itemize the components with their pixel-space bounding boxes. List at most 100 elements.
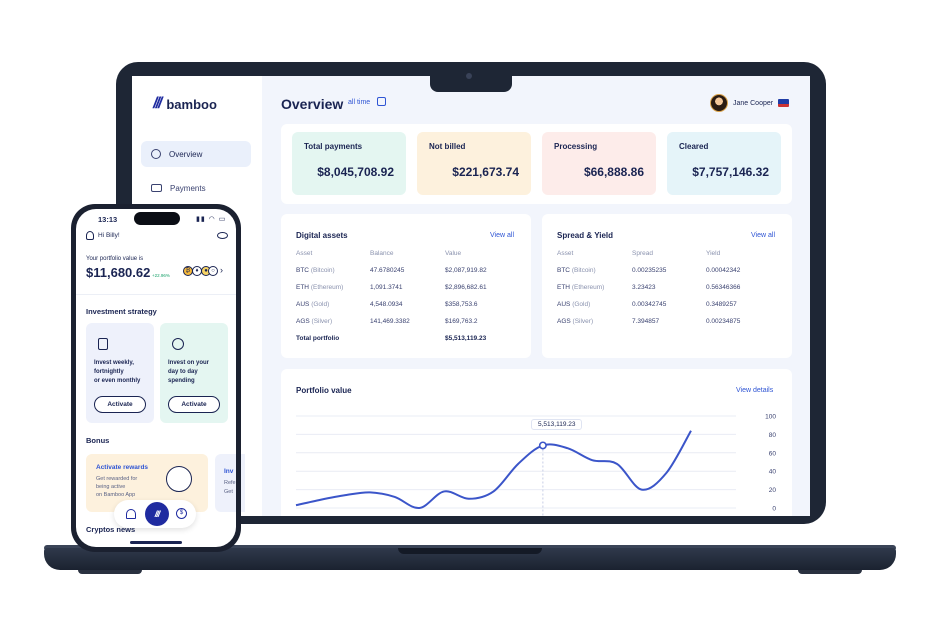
spread-cell: 7.394857 bbox=[632, 318, 660, 325]
portfolio-change: +22.96% bbox=[152, 273, 170, 278]
calendar-icon bbox=[98, 338, 108, 350]
coins-icon bbox=[172, 338, 184, 350]
asset-name: (Gold) bbox=[572, 301, 591, 308]
sidebar-item-label: Payments bbox=[170, 183, 206, 193]
spread-yield-view-all-link[interactable]: View all bbox=[751, 232, 775, 239]
strategy-text: Invest weekly, fortnightly or even month… bbox=[94, 359, 140, 386]
table-row-asset: BTC (Bitcoin) bbox=[557, 267, 596, 274]
phone-edge bbox=[236, 454, 241, 512]
spread-cell: 0.00342745 bbox=[632, 301, 667, 308]
value-cell: $358,753.6 bbox=[445, 301, 478, 308]
table-row-asset: ETH (Ethereum) bbox=[557, 284, 604, 291]
stat-value: $8,045,708.92 bbox=[317, 165, 394, 179]
page-title: Overview bbox=[281, 96, 344, 112]
highlight-point[interactable] bbox=[538, 441, 547, 450]
sidebar-item-overview[interactable]: Overview bbox=[141, 141, 251, 167]
y-tick-label: 60 bbox=[769, 450, 777, 457]
home-indicator bbox=[130, 541, 182, 544]
asset-ticker: AGS bbox=[557, 318, 571, 325]
total-portfolio-label: Total portfolio bbox=[296, 335, 340, 342]
stat-card-total-payments[interactable]: Total payments $8,045,708.92 bbox=[292, 132, 406, 195]
activate-button[interactable]: Activate bbox=[94, 396, 146, 413]
value-cell: $2,896,682.61 bbox=[445, 284, 487, 291]
status-time: 13:13 bbox=[98, 215, 118, 224]
portfolio-value: $11,680.62 bbox=[86, 265, 151, 280]
range-selector[interactable]: all time bbox=[348, 99, 370, 106]
flag-icon bbox=[778, 99, 790, 107]
stat-card-processing[interactable]: Processing $66,888.86 bbox=[542, 132, 656, 195]
home-icon[interactable] bbox=[126, 509, 136, 519]
pie-chart-icon bbox=[151, 149, 161, 159]
portfolio-label: Your portfolio value is bbox=[86, 256, 144, 262]
bonus-card-title: Activate rewards bbox=[96, 464, 149, 471]
y-tick-label: 0 bbox=[772, 506, 776, 513]
view-details-link[interactable]: View details bbox=[736, 387, 773, 394]
spread-cell: 0.00235235 bbox=[632, 267, 667, 274]
asset-ticker: BTC bbox=[557, 267, 570, 274]
brand-logo[interactable]: /// bamboo bbox=[153, 95, 217, 113]
activate-button[interactable]: Activate bbox=[168, 396, 220, 413]
strategy-text: Invest on your day to day spending bbox=[168, 359, 209, 386]
balance-cell: 141,469.3382 bbox=[370, 318, 410, 325]
table-row-asset: AUS (Gold) bbox=[296, 301, 329, 308]
table-row-asset: AGS (Silver) bbox=[296, 318, 332, 325]
laptop-notch bbox=[430, 76, 512, 92]
chevron-right-icon[interactable]: › bbox=[220, 265, 223, 275]
stat-label: Cleared bbox=[679, 142, 709, 151]
sidebar-item-payments[interactable]: Payments bbox=[141, 175, 251, 201]
dynamic-island bbox=[134, 212, 180, 225]
coin-tab-icon[interactable]: $ bbox=[176, 508, 187, 519]
stat-card-not-billed[interactable]: Not billed $221,673.74 bbox=[417, 132, 531, 195]
asset-name: (Bitcoin) bbox=[571, 267, 596, 274]
laptop-foot bbox=[798, 570, 862, 574]
card-icon bbox=[151, 184, 162, 192]
asset-name: (Gold) bbox=[311, 301, 330, 308]
bonus-card2-title: Inv bbox=[224, 468, 234, 475]
user-menu[interactable]: Jane Cooper bbox=[710, 94, 790, 112]
digital-assets-title: Digital assets bbox=[296, 231, 348, 240]
calendar-icon[interactable] bbox=[377, 97, 386, 106]
value-cell: $169,763.2 bbox=[445, 318, 478, 325]
balance-cell: 4,548.0934 bbox=[370, 301, 403, 308]
table-row-asset: AUS (Gold) bbox=[557, 301, 590, 308]
bamboo-tab-icon[interactable]: /// bbox=[145, 502, 169, 526]
eye-icon[interactable] bbox=[217, 232, 228, 239]
y-tick-label: 80 bbox=[769, 432, 777, 439]
status-icons: ▮▮ ◠ ▭ bbox=[196, 216, 227, 223]
balance-cell: 47.6780245 bbox=[370, 267, 405, 274]
asset-name: (Bitcoin) bbox=[310, 267, 335, 274]
bamboo-logo-icon: /// bbox=[153, 95, 162, 112]
laptop-lip bbox=[398, 548, 542, 554]
column-header: Asset bbox=[296, 250, 313, 257]
stat-value: $221,673.74 bbox=[452, 165, 519, 179]
asset-name: (Ethereum) bbox=[571, 284, 605, 291]
column-header: Spread bbox=[632, 250, 653, 257]
asset-ticker: AGS bbox=[296, 318, 310, 325]
bonus-text-line: Get bbox=[224, 489, 233, 495]
column-header: Asset bbox=[557, 250, 574, 257]
digital-assets-view-all-link[interactable]: View all bbox=[490, 232, 514, 239]
stat-card-cleared[interactable]: Cleared $7,757,146.32 bbox=[667, 132, 781, 195]
stat-value: $66,888.86 bbox=[583, 165, 644, 179]
y-tick-label: 40 bbox=[769, 469, 777, 476]
brand-name: bamboo bbox=[166, 96, 217, 112]
reward-coin-icon bbox=[166, 466, 192, 492]
yield-cell: 0.00042342 bbox=[706, 267, 741, 274]
balance-cell: 1,091.3741 bbox=[370, 284, 403, 291]
asset-name: (Ethereum) bbox=[310, 284, 344, 291]
avatar bbox=[710, 94, 728, 112]
greeting: Hi Billy! bbox=[98, 232, 120, 239]
asset-ticker: ETH bbox=[296, 284, 309, 291]
bonus-title: Bonus bbox=[86, 436, 110, 445]
asset-ticker: ETH bbox=[557, 284, 570, 291]
strategy-title: Investment strategy bbox=[86, 307, 157, 316]
portfolio-line-chart[interactable]: 100 80 60 40 20 0 bbox=[281, 400, 792, 516]
bonus-text-line: Get rewarded for bbox=[96, 476, 138, 482]
user-name: Jane Cooper bbox=[733, 99, 774, 107]
stat-value: $7,757,146.32 bbox=[692, 165, 769, 179]
column-header: Balance bbox=[370, 250, 394, 257]
stat-label: Not billed bbox=[429, 142, 466, 151]
profile-icon[interactable] bbox=[86, 231, 94, 240]
table-row-asset: AGS (Silver) bbox=[557, 318, 593, 325]
strategy-text-line: Invest weekly, bbox=[94, 360, 134, 366]
